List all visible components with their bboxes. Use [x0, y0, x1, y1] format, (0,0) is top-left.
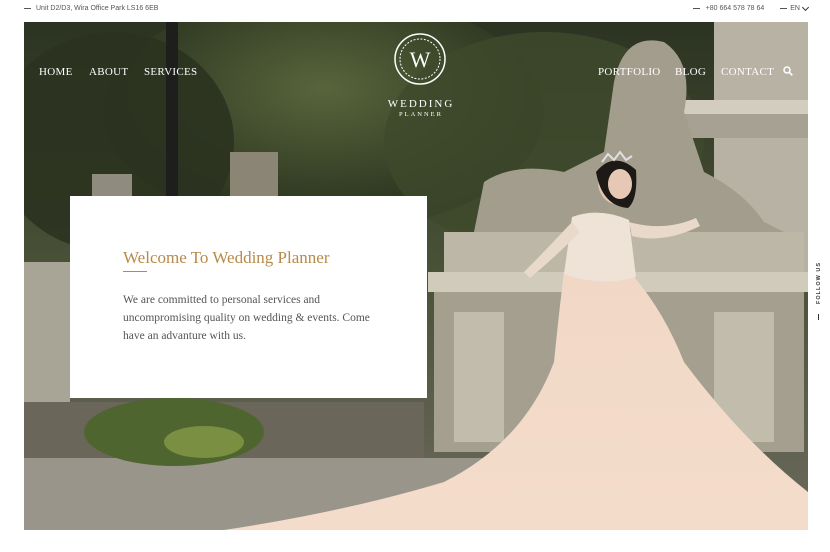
nav-blog[interactable]: BLOG [675, 66, 706, 78]
search-icon[interactable] [783, 66, 793, 76]
top-bar: Unit D2/D3, Wira Office Park LS16 6EB +8… [0, 0, 830, 20]
site-logo[interactable]: W WEDDING PLANNER [386, 32, 456, 124]
nav-contact[interactable]: CONTACT [721, 66, 774, 78]
logo-emblem-icon: W [394, 33, 446, 85]
nav-home[interactable]: HOME [39, 66, 73, 78]
title-underline [123, 271, 147, 272]
address-info: Unit D2/D3, Wira Office Park LS16 6EB [24, 5, 158, 12]
language-selector[interactable]: EN [780, 3, 810, 12]
address-text: Unit D2/D3, Wira Office Park LS16 6EB [36, 5, 159, 12]
logo-title: WEDDING [387, 98, 455, 110]
follow-us[interactable]: FOLLOW US [812, 262, 826, 322]
chevron-down-icon [801, 3, 810, 11]
welcome-text: We are committed to personal services an… [123, 294, 370, 342]
nav-services[interactable]: SERVICES [144, 66, 197, 78]
main-navigation: HOME ABOUT SERVICES W WEDDING PLANNER PO… [24, 22, 808, 122]
nav-about[interactable]: ABOUT [89, 66, 128, 78]
welcome-title: Welcome To Wedding Planner [123, 248, 330, 267]
follow-us-label: FOLLOW US [816, 262, 822, 304]
dash-icon [692, 8, 700, 9]
hero-section: HOME ABOUT SERVICES W WEDDING PLANNER PO… [24, 22, 808, 530]
dash-icon [24, 8, 31, 9]
nav-portfolio[interactable]: PORTFOLIO [598, 66, 661, 78]
contact-lang: +80 664 578 78 64 EN [692, 3, 810, 12]
welcome-card: Welcome To Wedding Planner We are commit… [70, 196, 427, 398]
phone-number[interactable]: +80 664 578 78 64 [706, 5, 765, 12]
language-label: EN [790, 5, 800, 12]
logo-subtitle: PLANNER [399, 111, 443, 118]
logo-letter: W [410, 47, 431, 72]
follow-divider [818, 314, 819, 320]
dash-icon [780, 8, 788, 9]
